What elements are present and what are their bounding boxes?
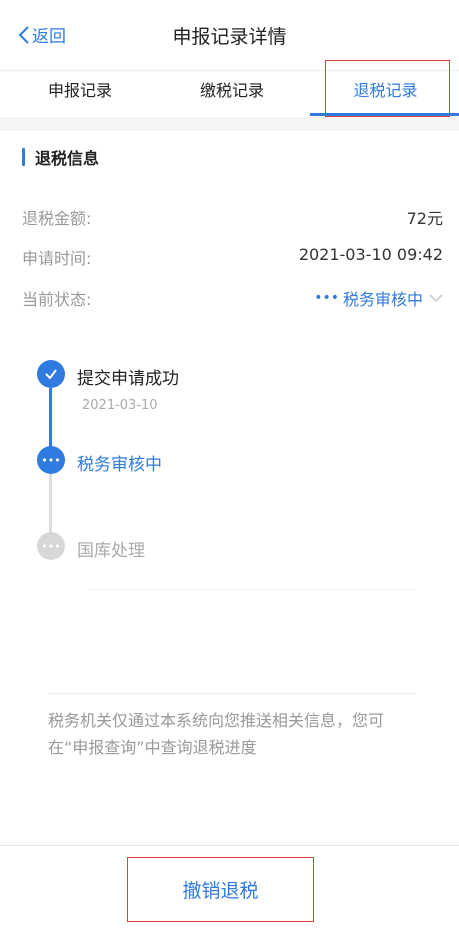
tab-tax-refund-records[interactable]: 退税记录 <box>312 71 459 117</box>
check-icon <box>45 369 57 380</box>
step-title-treasury: 国库处理 <box>77 541 145 561</box>
active-tab-indicator <box>310 113 459 116</box>
ellipsis-icon: ••• <box>41 453 61 467</box>
chevron-down-icon <box>429 294 443 303</box>
step-active-node: ••• <box>37 446 65 474</box>
refund-amount-row: 退税金额: 72元 <box>22 205 443 229</box>
step-title-submitted: 提交申请成功 <box>77 369 179 389</box>
tab-declaration-records[interactable]: 申报记录 <box>0 71 160 117</box>
tab-tax-payment-records[interactable]: 缴税记录 <box>152 71 312 117</box>
refund-amount-label: 退税金额: <box>22 209 92 228</box>
section-title: 退税信息 <box>35 149 100 168</box>
current-status-row[interactable]: 当前状态: ••• 税务审核中 <box>22 286 443 310</box>
apply-time-value: 2021-03-10 09:42 <box>298 245 443 264</box>
status-text: 税务审核中 <box>342 290 423 309</box>
divider <box>48 693 416 694</box>
tab-bar: 申报记录 缴税记录 退税记录 <box>0 70 459 116</box>
cancel-refund-button[interactable]: 撤销退税 <box>127 857 314 922</box>
current-status-label: 当前状态: <box>22 290 92 309</box>
step-title-review: 税务审核中 <box>77 455 162 475</box>
more-dots-icon: ••• <box>314 290 339 306</box>
timeline-connector-pending <box>49 474 52 536</box>
refund-amount-value: 72元 <box>406 209 443 228</box>
step-done-node <box>37 360 65 388</box>
section-separator <box>0 117 459 131</box>
section-accent-bar <box>22 148 25 166</box>
page-title: 申报记录详情 <box>172 26 287 48</box>
step-pending-node: ••• <box>37 532 65 560</box>
ellipsis-icon: ••• <box>41 539 61 553</box>
divider <box>88 589 416 590</box>
step-date-submitted: 2021-03-10 <box>82 398 158 413</box>
current-status-value[interactable]: ••• 税务审核中 <box>314 286 443 310</box>
section-header: 退税信息 <box>22 145 99 169</box>
nav-bar: 返回 申报记录详情 <box>0 0 459 70</box>
apply-time-label: 申请时间: <box>22 249 92 268</box>
apply-time-row: 申请时间: 2021-03-10 09:42 <box>22 245 443 269</box>
notice-text: 税务机关仅通过本系统向您推送相关信息，您可在“申报查询”中查询退税进度 <box>48 711 385 757</box>
